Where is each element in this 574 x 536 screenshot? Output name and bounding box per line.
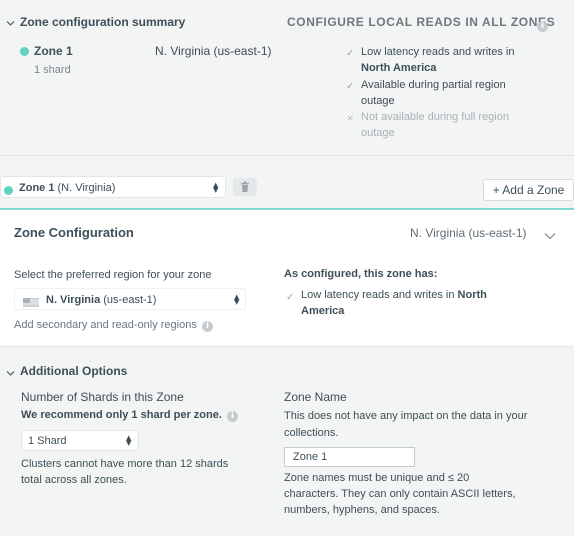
zone-name-description: This does not have any impact on the dat… <box>284 410 528 439</box>
info-icon[interactable]: i <box>226 411 238 422</box>
collapse-chevron-icon[interactable] <box>6 367 15 381</box>
benefit-partial-outage: Available during partial region outage <box>361 79 506 107</box>
add-zone-button[interactable]: + Add a Zone <box>483 179 574 201</box>
benefit-low-latency: Low latency reads and writes in North Ame… <box>361 46 515 74</box>
zone-tab-region: (N. Virginia) <box>57 182 116 194</box>
zone-config-region: N. Virginia (us-east-1) <box>410 226 527 240</box>
additional-options-section: Additional Options Number of Shards in t… <box>0 346 574 536</box>
zone-status-dot <box>4 184 13 198</box>
expand-chevron-icon[interactable] <box>544 229 556 243</box>
region-select[interactable]: N. Virginia (us-east-1) ▲ ▼ <box>14 288 246 310</box>
delete-zone-button[interactable] <box>233 178 257 196</box>
configure-local-reads-button[interactable]: CONFIGURE LOCAL READS IN ALL ZONES <box>287 15 555 29</box>
select-arrows-icon: ▲ ▼ <box>234 293 240 306</box>
zone-summary-section: Zone configuration summary CONFIGURE LOC… <box>0 0 574 156</box>
summary-zone-region: N. Virginia (us-east-1) <box>155 44 272 58</box>
collapse-chevron-icon[interactable] <box>6 17 15 26</box>
shards-label: Number of Shards in this Zone <box>21 390 184 404</box>
check-icon: ✓ <box>286 292 295 303</box>
zone-name-label: Zone Name <box>284 390 347 404</box>
additional-options-title: Additional Options <box>20 364 128 378</box>
trash-icon <box>240 181 250 196</box>
benefit-full-outage: Not available during full region outage <box>361 111 509 139</box>
zone-status-dot <box>20 45 29 59</box>
info-icon[interactable]: i <box>537 17 548 32</box>
zone-select[interactable]: Zone 1 (N. Virginia) ▲ ▼ <box>0 176 226 198</box>
configured-benefit: Low latency reads and writes in North Ame… <box>301 289 487 317</box>
check-icon: ✓ <box>346 48 355 59</box>
info-icon: i <box>201 321 213 332</box>
shards-select[interactable]: 1 Shard ▲ ▼ <box>21 430 139 451</box>
select-arrows-icon: ▲ ▼ <box>126 434 132 447</box>
us-flag-icon <box>23 296 39 310</box>
zone-name-rules: Zone names must be unique and ≤ 20 charac… <box>284 472 516 516</box>
zone-name-input[interactable]: Zone 1 <box>284 447 415 467</box>
zone-tab-name: Zone 1 <box>19 182 55 194</box>
selected-region-code: (us-east-1) <box>103 294 157 306</box>
shards-note: Clusters cannot have more than 12 shards… <box>21 458 229 486</box>
cross-icon: × <box>346 113 355 124</box>
selected-region-name: N. Virginia <box>46 294 101 306</box>
configured-title: As configured, this zone has: <box>284 268 438 280</box>
check-icon: ✓ <box>346 81 355 92</box>
shards-value: 1 Shard <box>28 435 67 447</box>
summary-zone-name: Zone 1 <box>34 44 73 58</box>
summary-zone-shards: 1 shard <box>34 64 71 76</box>
shards-recommendation: We recommend only 1 shard per zone. i <box>21 409 238 422</box>
zone-configuration-panel: Zone Configuration N. Virginia (us-east-… <box>0 208 574 346</box>
select-arrows-icon: ▲ ▼ <box>213 181 219 194</box>
zone-tabs-bar: Zone 1 (N. Virginia) ▲ ▼ + Add a Zone <box>0 156 574 208</box>
summary-title: Zone configuration summary <box>20 15 186 29</box>
add-secondary-regions-link[interactable]: Add secondary and read-only regions i <box>14 319 213 332</box>
zone-name-value: Zone 1 <box>293 451 328 463</box>
region-select-label: Select the preferred region for your zon… <box>14 269 212 281</box>
zone-config-title: Zone Configuration <box>14 225 134 240</box>
